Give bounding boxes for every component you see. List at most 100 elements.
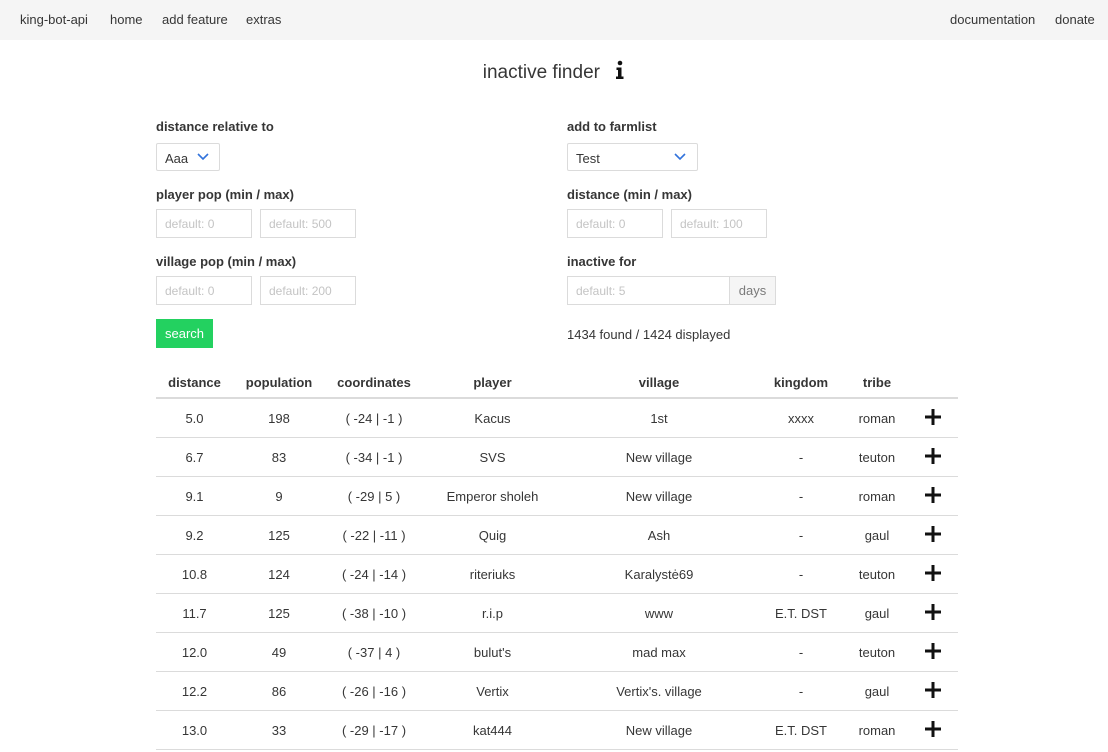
info-icon[interactable] [615,60,625,86]
distance-max-input[interactable] [671,209,767,238]
cell-kingdom: - [756,554,846,594]
nav-brand[interactable]: king-bot-api [20,12,88,27]
nav-home[interactable]: home [110,12,143,27]
result-summary: 1434 found / 1424 displayed [567,327,731,342]
cell-village: Karalystė69 [562,554,756,594]
table-row: 9.2 125( -22 | -11 ) Quig Ash - gaul [156,515,958,555]
header-tribe[interactable]: tribe [846,367,908,399]
player-pop-max-input[interactable] [260,209,356,238]
plus-icon[interactable] [925,447,941,464]
nav-add-feature[interactable]: add feature [162,12,228,27]
nav-extras[interactable]: extras [246,12,281,27]
chevron-down-icon [197,153,209,161]
nav-donate[interactable]: donate [1055,12,1095,27]
days-addon: days [729,276,776,305]
cell-kingdom: E.T. DST [756,710,846,750]
cell-tribe: teuton [846,554,908,594]
cell-coordinates: ( -29 | 5 ) [325,476,423,516]
header-population[interactable]: population [233,367,325,399]
cell-tribe: teuton [846,437,908,477]
cell-population: 125 [233,515,325,555]
cell-action [908,554,958,594]
table-row: 10.8 124( -24 | -14 ) riteriuks Karalystė69… [156,554,958,594]
cell-population: 86 [233,671,325,711]
cell-population: 33 [233,710,325,750]
plus-icon[interactable] [925,720,941,737]
village-pop-label: village pop (min / max) [156,254,297,269]
cell-action [908,632,958,672]
plus-icon[interactable] [925,681,941,698]
header-player[interactable]: player [423,367,562,399]
add-to-farmlist-label: add to farmlist [567,119,657,134]
cell-player: Emperor sholeh [423,476,562,516]
cell-distance: 5.0 [156,398,233,438]
header-coordinates[interactable]: coordinates [325,367,423,399]
header-village[interactable]: village [562,367,756,399]
cell-distance: 11.7 [156,593,233,633]
inactive-for-input[interactable] [567,276,730,305]
chevron-down-icon [674,153,686,161]
plus-icon[interactable] [925,408,941,425]
cell-player: SVS [423,437,562,477]
cell-distance: 6.7 [156,437,233,477]
cell-tribe: roman [846,476,908,516]
plus-icon[interactable] [925,564,941,581]
cell-player: kat444 [423,710,562,750]
player-pop-min-input[interactable] [156,209,252,238]
header-distance[interactable]: distance [156,367,233,399]
cell-action [908,671,958,711]
header-kingdom[interactable]: kingdom [756,367,846,399]
navbar: king-bot-api home add feature extras doc… [0,0,1108,40]
cell-action [908,437,958,477]
distance-relative-label: distance relative to [156,119,274,134]
cell-distance: 9.1 [156,476,233,516]
inactive-for-label: inactive for [567,254,637,269]
plus-icon[interactable] [925,603,941,620]
cell-kingdom: - [756,632,846,672]
cell-tribe: gaul [846,593,908,633]
cell-village: Vertix's. village [562,671,756,711]
cell-kingdom: - [756,671,846,711]
plus-icon[interactable] [925,486,941,503]
results-table: distance population coordinates player v… [156,367,958,750]
distance-label: distance (min / max) [567,187,692,202]
cell-player: bulut's [423,632,562,672]
nav-documentation[interactable]: documentation [950,12,1035,27]
cell-player: riteriuks [423,554,562,594]
cell-distance: 9.2 [156,515,233,555]
cell-player: Kacus [423,398,562,438]
cell-coordinates: ( -22 | -11 ) [325,515,423,555]
distance-min-input[interactable] [567,209,663,238]
cell-population: 125 [233,593,325,633]
cell-tribe: teuton [846,632,908,672]
cell-village: www [562,593,756,633]
cell-coordinates: ( -24 | -1 ) [325,398,423,438]
cell-player: r.i.p [423,593,562,633]
cell-action [908,710,958,750]
search-button[interactable]: search [156,319,213,348]
farmlist-value: Test [576,151,600,166]
cell-population: 198 [233,398,325,438]
header-actions [908,367,958,399]
distance-relative-select[interactable]: Aaa [156,143,220,171]
cell-player: Vertix [423,671,562,711]
cell-action [908,593,958,633]
farmlist-select[interactable]: Test [567,143,698,171]
cell-population: 83 [233,437,325,477]
village-pop-max-input[interactable] [260,276,356,305]
cell-kingdom: E.T. DST [756,593,846,633]
plus-icon[interactable] [925,525,941,542]
cell-action [908,398,958,438]
cell-coordinates: ( -24 | -14 ) [325,554,423,594]
page-title-row: inactive finder [0,60,1108,86]
cell-village: New village [562,437,756,477]
table-row: 5.0 198( -24 | -1 ) Kacus 1st xxxx roman [156,398,958,438]
village-pop-min-input[interactable] [156,276,252,305]
table-row: 9.1 9( -29 | 5 ) Emperor sholeh New village… [156,476,958,516]
cell-tribe: gaul [846,515,908,555]
cell-village: mad max [562,632,756,672]
plus-icon[interactable] [925,642,941,659]
cell-coordinates: ( -38 | -10 ) [325,593,423,633]
cell-coordinates: ( -29 | -17 ) [325,710,423,750]
cell-player: Quig [423,515,562,555]
